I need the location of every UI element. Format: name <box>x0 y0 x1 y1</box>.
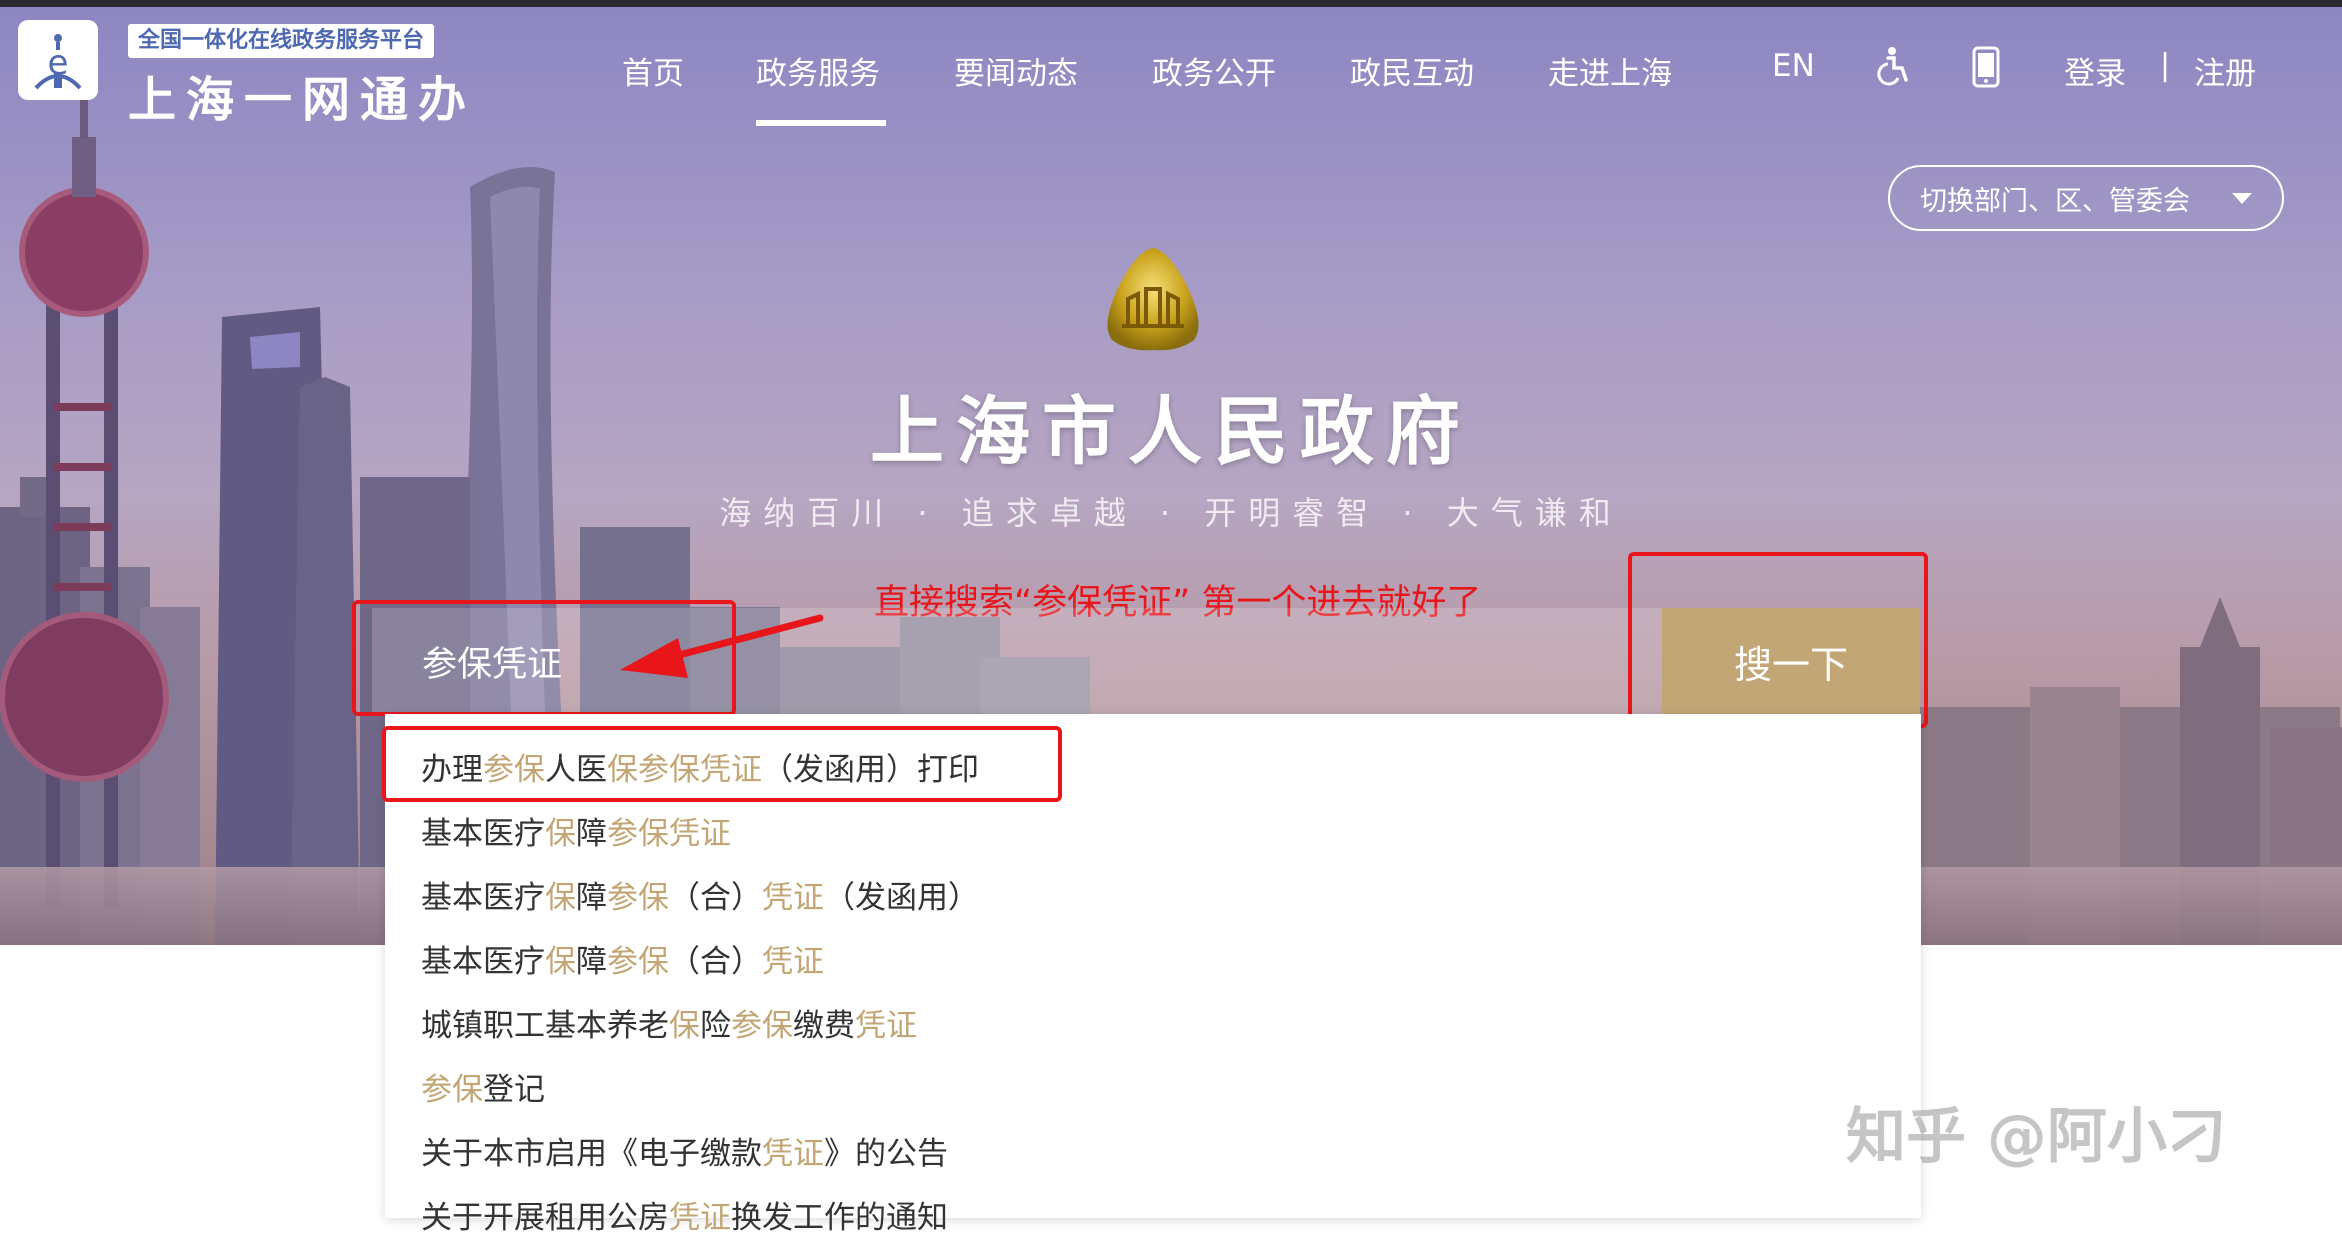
suggestion-text: 障 <box>576 816 607 852</box>
suggestion-item[interactable]: 参保登记 <box>421 1064 545 1109</box>
suggestion-highlight: 保 <box>545 880 576 916</box>
suggestion-text: 缴费 <box>793 1008 855 1044</box>
suggestion-text: 》的公告 <box>824 1136 948 1172</box>
platform-subtitle: 全国一体化在线政务服务平台 <box>128 24 435 58</box>
lang-switch-en[interactable]: EN <box>1772 48 1815 84</box>
suggestion-item[interactable]: 城镇职工基本养老保险参保缴费凭证 <box>421 1000 917 1045</box>
suggestion-highlight: 凭证 <box>762 880 824 916</box>
nav-news[interactable]: 要闻动态 <box>954 48 1078 93</box>
login-link[interactable]: 登录 <box>2064 48 2126 93</box>
suggestion-highlight: 保 <box>545 816 576 852</box>
nav-government-services[interactable]: 政务服务 <box>756 48 880 93</box>
suggestion-item[interactable]: 基本医疗保障参保凭证 <box>421 808 731 853</box>
accessibility-icon[interactable] <box>1874 46 1910 90</box>
government-emblem-icon <box>1098 244 1208 358</box>
department-selector-label: 切换部门、区、管委会 <box>1920 185 2190 217</box>
nav-home[interactable]: 首页 <box>622 48 684 93</box>
active-nav-indicator <box>756 120 886 126</box>
mobile-phone-icon[interactable] <box>1972 46 2000 92</box>
suggestion-highlight: 参保 <box>421 1072 483 1108</box>
suggestion-highlight: 参保凭证 <box>607 816 731 852</box>
site-logo[interactable]: e <box>18 20 98 100</box>
suggestion-text: 险 <box>700 1008 731 1044</box>
suggestion-text: 关于本市启用《电子缴款 <box>421 1136 762 1172</box>
suggestion-highlight: 参保 <box>607 944 669 980</box>
suggestion-item[interactable]: 基本医疗保障参保（合）凭证（发函用） <box>421 872 979 917</box>
suggestion-highlight: 参保 <box>607 880 669 916</box>
suggestion-highlight: 凭证 <box>669 1200 731 1236</box>
suggestion-text: 关于开展租用公房 <box>421 1200 669 1236</box>
suggestion-item[interactable]: 关于开展租用公房凭证换发工作的通知 <box>421 1192 948 1237</box>
suggestion-item[interactable]: 基本医疗保障参保（合）凭证 <box>421 936 824 981</box>
top-border <box>0 0 2342 7</box>
suggestion-text: （合） <box>669 944 762 980</box>
login-register-separator: | <box>2160 48 2171 83</box>
brand-name: 上海一网通办 <box>128 72 477 128</box>
hero-title: 上海市人民政府 <box>870 389 1472 475</box>
nav-public-affairs[interactable]: 政务公开 <box>1152 48 1276 93</box>
suggestion-item[interactable]: 关于本市启用《电子缴款凭证》的公告 <box>421 1128 948 1173</box>
zhihu-watermark: 知乎 @阿小刁 <box>1846 1102 2227 1172</box>
suggestion-text: （合） <box>669 880 762 916</box>
chevron-down-icon <box>2232 193 2252 204</box>
suggestion-highlight: 保 <box>545 944 576 980</box>
suggestion-text: 换发工作的通知 <box>731 1200 948 1236</box>
suggestion-text: 基本医疗 <box>421 880 545 916</box>
suggestion-highlight: 凭证 <box>855 1008 917 1044</box>
annotation-arrow <box>620 614 824 678</box>
suggestion-text: 障 <box>576 880 607 916</box>
suggestion-text: 障 <box>576 944 607 980</box>
annotation-box-search-button <box>1628 552 1928 728</box>
hero-motto: 海纳百川 · 追求卓越 · 开明睿智 · 大气谦和 <box>719 494 1623 532</box>
nav-about-shanghai[interactable]: 走进上海 <box>1548 48 1672 93</box>
suggestion-highlight: 保 <box>669 1008 700 1044</box>
logo-emblem-icon: e <box>34 34 82 90</box>
suggestion-highlight: 参保 <box>731 1008 793 1044</box>
suggestion-text: 登记 <box>483 1072 545 1108</box>
suggestion-text: 基本医疗 <box>421 944 545 980</box>
suggestion-highlight: 凭证 <box>762 1136 824 1172</box>
nav-interaction[interactable]: 政民互动 <box>1350 48 1474 93</box>
suggestion-highlight: 凭证 <box>762 944 824 980</box>
register-link[interactable]: 注册 <box>2194 48 2256 93</box>
suggestion-text: 基本医疗 <box>421 816 545 852</box>
suggestion-text: （发函用） <box>824 880 979 916</box>
suggestion-text: 城镇职工基本养老 <box>421 1008 669 1044</box>
department-selector[interactable]: 切换部门、区、管委会 <box>1888 165 2284 231</box>
annotation-box-first-suggestion <box>382 726 1062 802</box>
